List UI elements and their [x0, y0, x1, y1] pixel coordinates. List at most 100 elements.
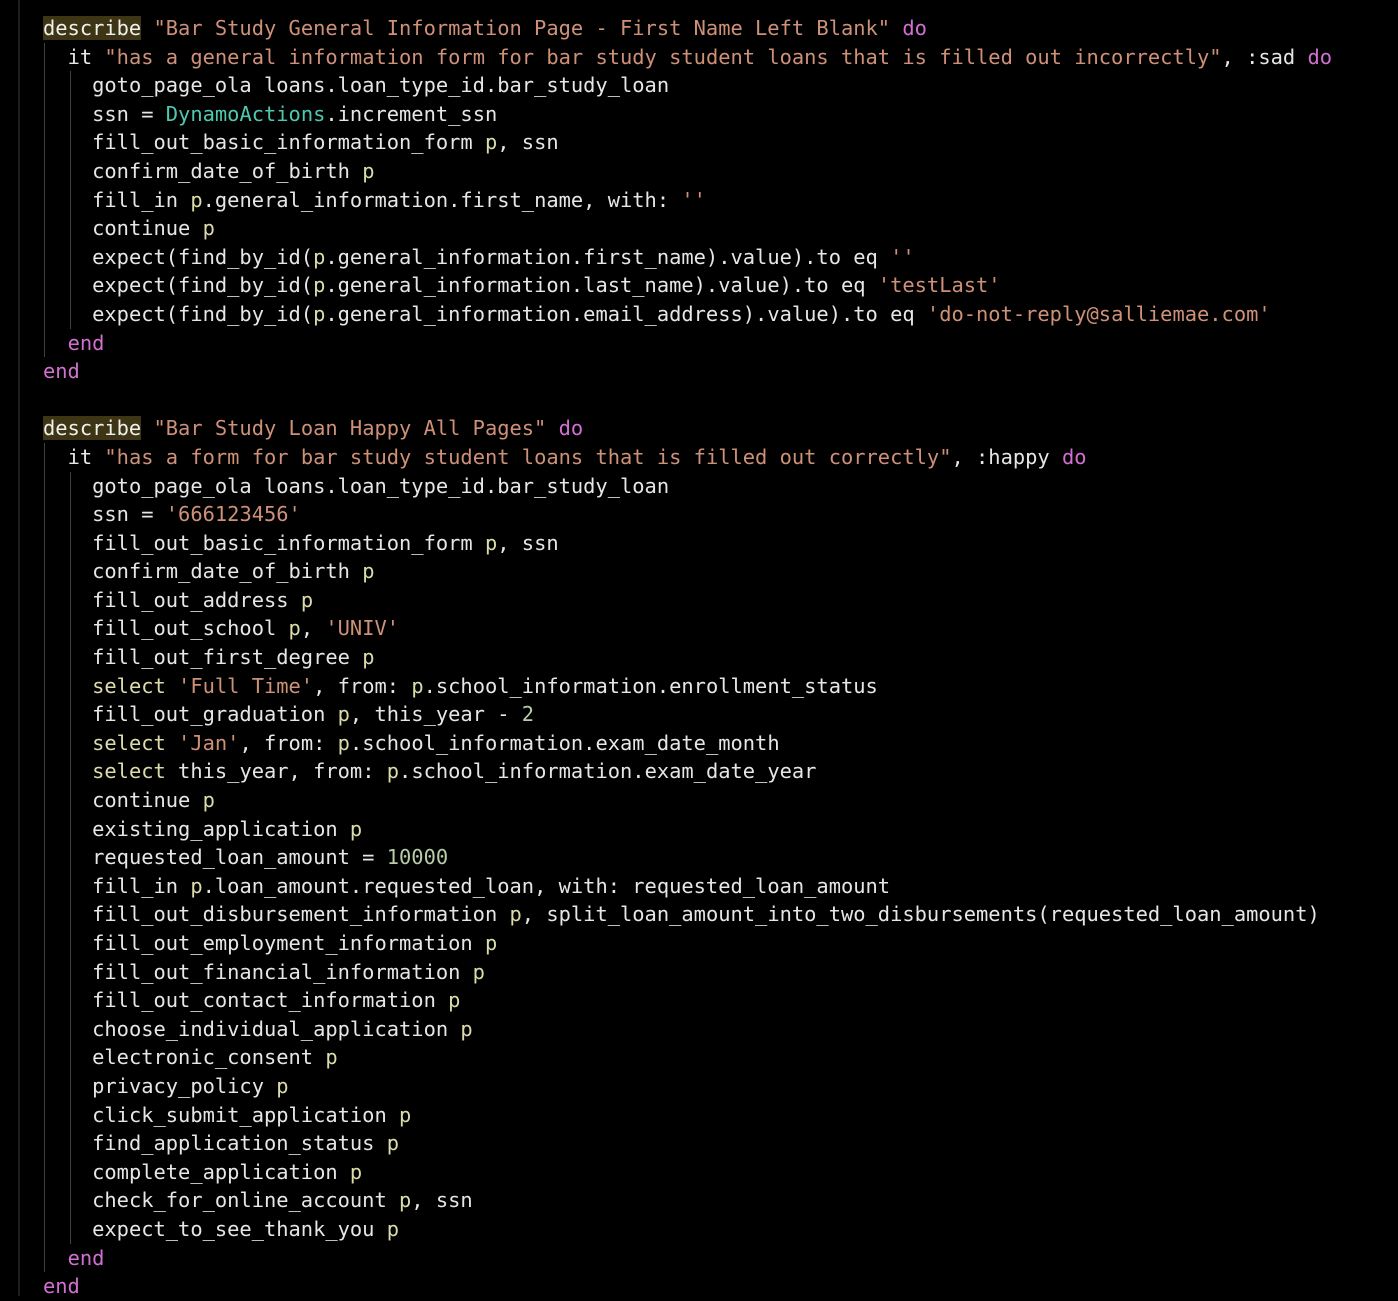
indent-guide [69, 1214, 71, 1244]
code-token-fn: p [472, 959, 485, 984]
indent-guide [44, 700, 45, 729]
indent-guide [69, 585, 71, 615]
code-token-plain: .general_information.email_address).valu… [325, 301, 927, 326]
code-line[interactable]: it "has a general information form for b… [43, 42, 1332, 72]
code-line[interactable]: electronic_consent p [43, 1043, 1332, 1072]
code-line[interactable]: click_submit_application p [43, 1100, 1332, 1130]
indent-guide [44, 1129, 45, 1158]
code-line[interactable]: goto_page_ola loans.loan_type_id.bar_stu… [43, 71, 1332, 100]
indent-guide [44, 299, 45, 329]
code-token-plain: fill_out_contact_information [92, 988, 449, 1013]
indent-guide [69, 128, 71, 157]
code-line[interactable]: fill_out_financial_information p [43, 957, 1332, 987]
code-line[interactable]: continue p [43, 214, 1332, 243]
code-token-plain: , [300, 616, 326, 641]
code-token-plain: .school_information.exam_date_year [399, 759, 817, 784]
code-line[interactable]: select 'Full Time', from: p.school_infor… [43, 671, 1332, 701]
indent-guide [69, 1014, 71, 1044]
indent-guide [44, 557, 45, 586]
code-token-fn: p [399, 1188, 412, 1213]
indent-guide [44, 128, 45, 157]
indent-guide [69, 700, 71, 729]
code-token-plain: fill_out_first_degree [92, 645, 363, 670]
code-line[interactable]: fill_in p.loan_amount.requested_loan, wi… [43, 871, 1332, 901]
code-editor[interactable]: describe "Bar Study General Information … [0, 0, 1398, 1298]
code-line[interactable]: expect_to_see_thank_you p [43, 1214, 1332, 1244]
code-line[interactable]: ssn = DynamoActions.increment_ssn [43, 99, 1332, 129]
indent-guide [44, 471, 45, 501]
code-token-str: 'UNIV' [325, 616, 400, 641]
indent-guide [44, 528, 45, 558]
code-line[interactable]: fill_in p.general_information.first_name… [43, 185, 1332, 215]
code-line[interactable]: fill_out_graduation p, this_year - 2 [43, 700, 1332, 729]
code-line[interactable]: ssn = '666123456' [43, 500, 1332, 529]
indent-guide [44, 328, 45, 358]
code-line[interactable]: describe "Bar Study General Information … [43, 14, 1332, 43]
indent-guide [69, 71, 71, 100]
code-token-fn: p [448, 988, 461, 1013]
code-line[interactable]: fill_out_disbursement_information p, spl… [43, 900, 1332, 929]
code-token-plain: .general_information.last_name).value).t… [325, 273, 878, 298]
code-line[interactable]: fill_out_basic_information_form p, ssn [43, 528, 1332, 558]
code-line[interactable]: fill_out_basic_information_form p, ssn [43, 128, 1332, 157]
code-line[interactable]: continue p [43, 786, 1332, 815]
code-line[interactable]: fill_out_contact_information p [43, 986, 1332, 1015]
code-line[interactable]: describe "Bar Study Loan Happy All Pages… [43, 414, 1332, 443]
code-token-plain: privacy_policy [92, 1073, 277, 1098]
code-line[interactable]: fill_out_first_degree p [43, 643, 1332, 672]
indent-guide [44, 643, 45, 672]
code-token-plain: goto_page_ola loans.loan_type_id.bar_stu… [92, 73, 670, 98]
code-line[interactable]: choose_individual_application p [43, 1014, 1332, 1044]
code-line[interactable]: it "has a form for bar study student loa… [43, 442, 1332, 472]
indent-guide [44, 1014, 45, 1044]
code-line[interactable]: select this_year, from: p.school_informa… [43, 757, 1332, 787]
code-token-plain: .loan_amount.requested_loan, with: reque… [202, 873, 891, 898]
code-line[interactable]: expect(find_by_id(p.general_information.… [43, 242, 1332, 272]
code-line[interactable] [43, 386, 1332, 415]
code-line[interactable]: requested_loan_amount = 10000 [43, 843, 1332, 872]
code-token-fn: select [92, 730, 179, 755]
code-token-plain: this_year, from: [165, 759, 387, 784]
code-line[interactable]: fill_out_school p, 'UNIV' [43, 614, 1332, 644]
code-line[interactable]: check_for_online_account p, ssn [43, 1186, 1332, 1215]
code-token-fn: p [337, 702, 350, 727]
code-token-kw: end [67, 330, 105, 355]
code-line[interactable]: end [43, 328, 1332, 358]
code-area[interactable]: describe "Bar Study General Information … [43, 14, 1332, 1301]
code-token-plain: , from: [313, 673, 412, 698]
code-line[interactable]: fill_out_address p [43, 585, 1332, 615]
code-line[interactable]: end [43, 1243, 1332, 1273]
indent-guide [69, 1157, 71, 1187]
code-token-plain: continue [92, 788, 203, 813]
code-line[interactable]: confirm_date_of_birth p [43, 156, 1332, 186]
code-line[interactable]: expect(find_by_id(p.general_information.… [43, 271, 1332, 300]
code-line[interactable]: select 'Jan', from: p.school_information… [43, 728, 1332, 758]
code-line[interactable]: find_application_status p [43, 1129, 1332, 1158]
code-token-str: 'testLast' [877, 273, 1001, 298]
code-line[interactable]: goto_page_ola loans.loan_type_id.bar_stu… [43, 471, 1332, 501]
code-token-plain: expect(find_by_id( [92, 301, 314, 326]
code-line[interactable]: end [43, 1272, 1332, 1301]
indent-guide [44, 214, 45, 243]
code-token-str: "has a form for bar study student loans … [104, 444, 952, 469]
indent-guide [69, 843, 71, 872]
code-token-plain: click_submit_application [92, 1102, 400, 1127]
code-line[interactable]: fill_out_employment_information p [43, 929, 1332, 958]
code-token-cls: DynamoActions [165, 101, 326, 126]
code-line[interactable]: existing_application p [43, 814, 1332, 844]
code-line[interactable]: end [43, 357, 1332, 386]
code-line[interactable]: complete_application p [43, 1157, 1332, 1187]
code-line[interactable]: expect(find_by_id(p.general_information.… [43, 299, 1332, 329]
code-line[interactable]: confirm_date_of_birth p [43, 557, 1332, 586]
code-line[interactable]: privacy_policy p [43, 1071, 1332, 1101]
indent-guide [44, 728, 45, 758]
code-token-fn: p [509, 902, 522, 927]
